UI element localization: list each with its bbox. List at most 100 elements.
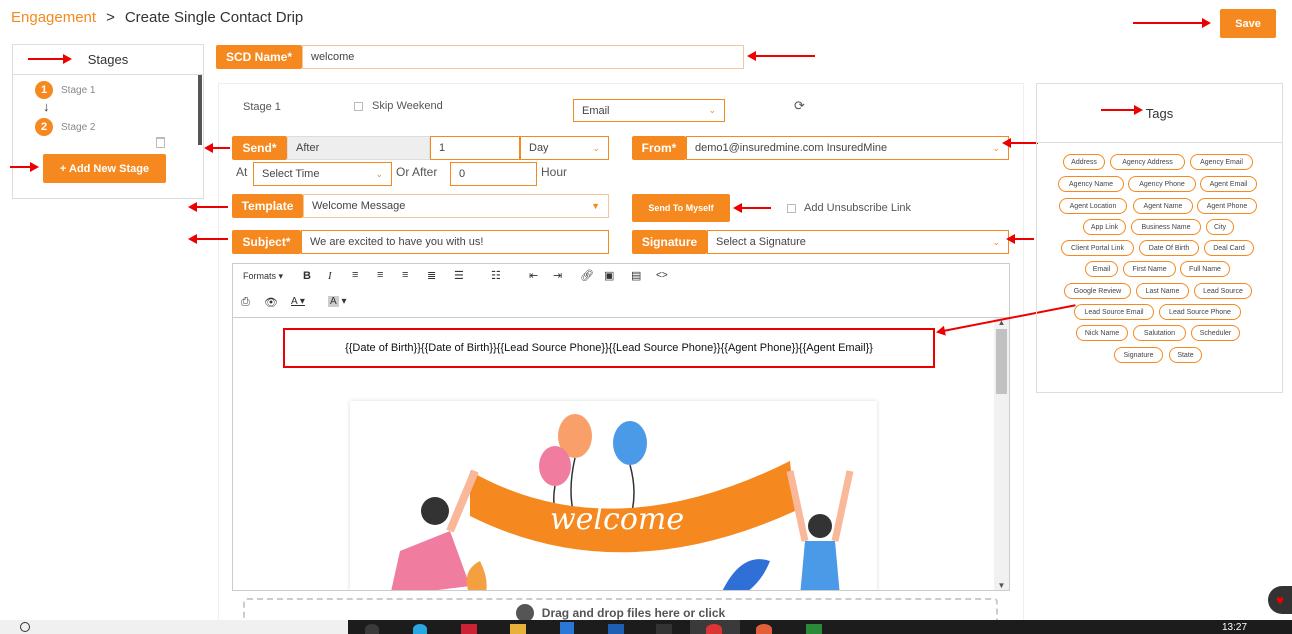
indent-icon[interactable]: ⇥ <box>553 269 562 282</box>
preview-icon[interactable]: 👁︎ <box>264 296 278 309</box>
editor-scrollbar[interactable]: ▲ ▼ <box>994 318 1009 590</box>
chevron-down-icon: ⌄ <box>708 105 716 115</box>
tag-address[interactable]: Address <box>1063 154 1105 170</box>
tag-city[interactable]: City <box>1206 219 1234 235</box>
link-icon[interactable]: 🔗︎ <box>580 269 594 282</box>
tag-salutation[interactable]: Salutation <box>1133 325 1186 341</box>
template-select[interactable]: Welcome Message ▼ <box>303 194 609 218</box>
stage-item-1[interactable]: 1 Stage 1 <box>35 81 95 99</box>
align-center-icon[interactable]: ≡ <box>377 269 383 281</box>
text-color-icon[interactable]: A ▾ <box>291 296 305 307</box>
tag-agent-email[interactable]: Agent Email <box>1200 176 1257 192</box>
send-unit-value: Day <box>529 142 549 154</box>
tag-agency-name[interactable]: Agency Name <box>1058 176 1124 192</box>
italic-icon[interactable]: I <box>328 270 332 282</box>
taskbar-app-icon[interactable] <box>365 624 379 634</box>
signature-select[interactable]: Select a Signature ⌄ <box>707 230 1009 254</box>
align-justify-icon[interactable]: ≣ <box>427 269 436 282</box>
add-new-stage-button[interactable]: + Add New Stage <box>43 154 166 183</box>
image-icon[interactable]: ▣ <box>604 269 614 282</box>
dropzone-label: Drag and drop files here or click <box>541 606 726 620</box>
tag-agency-email[interactable]: Agency Email <box>1190 154 1253 170</box>
taskbar-app-icon[interactable] <box>560 622 574 634</box>
tag-client-portal-link[interactable]: Client Portal Link <box>1061 240 1134 256</box>
tag-agency-phone[interactable]: Agency Phone <box>1128 176 1196 192</box>
bold-icon[interactable]: B <box>303 270 311 282</box>
banner-text: welcome <box>550 502 684 537</box>
taskbar-app-icon[interactable] <box>706 624 722 634</box>
tag-first-name[interactable]: First Name <box>1123 261 1176 277</box>
outdent-icon[interactable]: ⇤ <box>529 269 538 282</box>
tag-full-name[interactable]: Full Name <box>1180 261 1230 277</box>
from-label: From* <box>632 136 686 160</box>
tag-state[interactable]: State <box>1169 347 1202 363</box>
tag-signature[interactable]: Signature <box>1114 347 1163 363</box>
hours-input[interactable]: 0 <box>450 162 537 186</box>
tag-last-name[interactable]: Last Name <box>1136 283 1189 299</box>
background-color-icon[interactable]: A ▾ <box>328 296 346 307</box>
time-select[interactable]: Select Time ⌄ <box>253 162 392 186</box>
media-icon[interactable]: ▤ <box>631 269 641 282</box>
scd-name-input[interactable]: welcome <box>302 45 744 69</box>
formats-dropdown[interactable]: Formats ▾ <box>243 271 283 282</box>
taskbar-app-icon[interactable] <box>756 624 772 634</box>
breadcrumb-root[interactable]: Engagement <box>11 9 96 26</box>
scrollbar-thumb[interactable] <box>996 329 1007 394</box>
tag-agent-name[interactable]: Agent Name <box>1133 198 1193 214</box>
tag-agent-phone[interactable]: Agent Phone <box>1197 198 1257 214</box>
stages-scrollbar[interactable] <box>198 75 202 145</box>
tag-deal-card[interactable]: Deal Card <box>1204 240 1254 256</box>
merge-tags-text: {{Date of Birth}}{{Date of Birth}}{{Lead… <box>283 328 935 368</box>
taskbar-search[interactable] <box>0 620 348 634</box>
tag-app-link[interactable]: App Link <box>1083 219 1126 235</box>
trash-icon[interactable] <box>156 137 165 148</box>
tag-email[interactable]: Email <box>1085 261 1118 277</box>
editor-toolbar: Formats ▾ B I ≡ ≡ ≡ ≣ ☰ ☷ ⇤ ⇥ 🔗︎ ▣ ▤ <> … <box>233 264 1009 318</box>
channel-select[interactable]: Email ⌄ <box>573 99 725 122</box>
tag-lead-source-email[interactable]: Lead Source Email <box>1074 304 1154 320</box>
stage-item-2[interactable]: 2 Stage 2 <box>35 118 95 136</box>
taskbar-app-icon[interactable] <box>510 624 526 634</box>
subject-input[interactable]: We are excited to have you with us! <box>301 230 609 254</box>
tag-agency-address[interactable]: Agency Address <box>1110 154 1185 170</box>
code-icon[interactable]: <> <box>656 270 668 281</box>
print-icon[interactable]: ⎙ <box>241 296 250 309</box>
signature-label: Signature <box>632 230 707 254</box>
tag-business-name[interactable]: Business Name <box>1131 219 1201 235</box>
tag-nick-name[interactable]: Nick Name <box>1076 325 1128 341</box>
chat-widget-icon[interactable]: ♥ <box>1268 586 1292 614</box>
taskbar-app-icon[interactable] <box>608 624 624 634</box>
refresh-icon[interactable]: ⟳ <box>794 98 805 114</box>
send-unit-select[interactable]: Day ⌄ <box>520 136 609 160</box>
send-to-myself-button[interactable]: Send To Myself <box>632 194 730 222</box>
numbered-list-icon[interactable]: ☷ <box>491 269 501 282</box>
taskbar-app-icon[interactable] <box>806 624 822 634</box>
send-number-input[interactable]: 1 <box>430 136 520 160</box>
unsubscribe-checkbox[interactable] <box>787 204 796 213</box>
tag-agent-location[interactable]: Agent Location <box>1059 198 1127 214</box>
tag-scheduler[interactable]: Scheduler <box>1191 325 1240 341</box>
chevron-down-icon: ⌄ <box>592 142 600 153</box>
chevron-down-icon: ⌄ <box>992 236 1000 247</box>
save-button[interactable]: Save <box>1220 9 1276 38</box>
skip-weekend-checkbox[interactable] <box>354 102 363 111</box>
tag-lead-source-phone[interactable]: Lead Source Phone <box>1159 304 1241 320</box>
tag-google-review[interactable]: Google Review <box>1064 283 1131 299</box>
annotation-arrow <box>1133 18 1211 28</box>
taskbar-app-icon[interactable] <box>413 624 427 634</box>
bullet-list-icon[interactable]: ☰ <box>454 269 464 282</box>
align-left-icon[interactable]: ≡ <box>352 269 358 281</box>
scroll-down-icon[interactable]: ▼ <box>994 581 1009 590</box>
annotation-arrow <box>188 202 228 212</box>
taskbar-clock[interactable]: 13:27 <box>1222 622 1247 633</box>
tags-title: Tags <box>1037 84 1282 143</box>
align-right-icon[interactable]: ≡ <box>402 269 408 281</box>
taskbar-app-icon[interactable] <box>461 624 477 634</box>
editor-body[interactable]: ▲ ▼ {{Date of Birth}}{{Date of Birth}}{{… <box>233 318 1009 590</box>
from-value: demo1@insuredmine.com InsuredMine <box>695 142 888 154</box>
tag-date-of-birth[interactable]: Date Of Birth <box>1139 240 1199 256</box>
tag-lead-source[interactable]: Lead Source <box>1194 283 1252 299</box>
annotation-arrow <box>747 51 815 61</box>
from-select[interactable]: demo1@insuredmine.com InsuredMine ⌄ <box>686 136 1009 160</box>
taskbar-app-icon[interactable] <box>656 624 672 634</box>
